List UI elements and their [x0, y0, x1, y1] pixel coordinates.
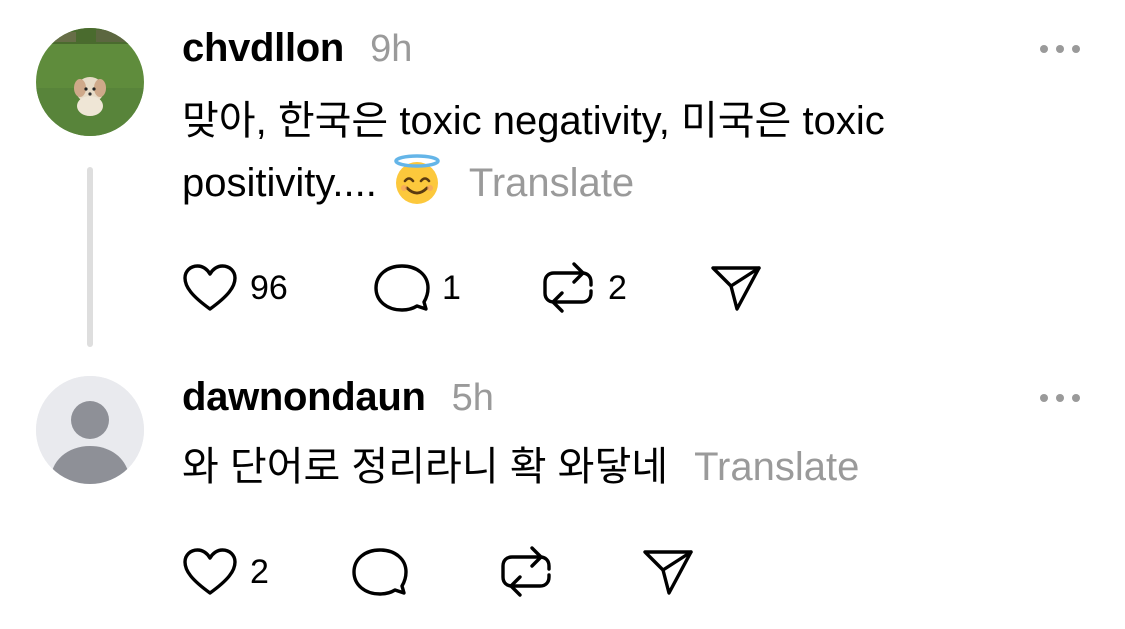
- more-icon[interactable]: [1040, 391, 1080, 405]
- comment-chvdllon: chvdllon 9h 맞아, 한국은 toxic negativity, 미국…: [0, 0, 1125, 350]
- share-button[interactable]: [642, 548, 694, 596]
- comment-dawnondaun: dawnondaun 5h 와 단어로 정리라니 확 와닿네 Translate …: [0, 350, 1125, 629]
- reply-button[interactable]: 1: [374, 262, 540, 314]
- comment-header: chvdllon 9h: [182, 26, 412, 71]
- timestamp: 5h: [451, 377, 494, 419]
- reply-count: 1: [442, 268, 461, 307]
- avatar[interactable]: [36, 28, 144, 136]
- reply-button[interactable]: [352, 546, 498, 598]
- smiling-face-with-halo-icon: [394, 154, 440, 204]
- like-count: 2: [250, 552, 269, 591]
- username[interactable]: chvdllon: [182, 26, 344, 71]
- thread-line: [87, 167, 93, 347]
- default-avatar-icon: [36, 376, 144, 484]
- share-icon: [643, 550, 693, 595]
- share-icon: [711, 266, 761, 311]
- translate-link[interactable]: Translate: [469, 161, 634, 205]
- action-bar: 2: [182, 544, 694, 600]
- repost-button[interactable]: [498, 544, 642, 600]
- repost-icon: [501, 546, 551, 597]
- repost-icon: [543, 262, 593, 313]
- like-button[interactable]: 96: [182, 263, 374, 313]
- comment-icon: [352, 548, 408, 596]
- repost-button[interactable]: 2: [540, 260, 710, 316]
- comment-body: 맞아, 한국은 toxic negativity, 미국은 toxic posi…: [182, 90, 1042, 214]
- username[interactable]: dawnondaun: [182, 375, 426, 420]
- heart-icon: [183, 264, 237, 311]
- like-button[interactable]: 2: [182, 547, 352, 597]
- like-count: 96: [250, 268, 288, 307]
- heart-icon: [183, 548, 237, 595]
- avatar-puppy-photo: [36, 28, 144, 136]
- comment-icon: [374, 264, 430, 312]
- more-icon[interactable]: [1040, 42, 1080, 56]
- comment-body: 와 단어로 정리라니 확 와닿네 Translate: [182, 436, 1042, 498]
- avatar[interactable]: [36, 376, 144, 484]
- comment-text: 와 단어로 정리라니 확 와닿네: [182, 445, 669, 489]
- repost-count: 2: [608, 268, 627, 307]
- share-button[interactable]: [710, 264, 762, 312]
- comment-header: dawnondaun 5h: [182, 375, 494, 420]
- timestamp: 9h: [370, 28, 413, 70]
- action-bar: 96 1 2: [182, 260, 762, 316]
- translate-link[interactable]: Translate: [694, 445, 859, 489]
